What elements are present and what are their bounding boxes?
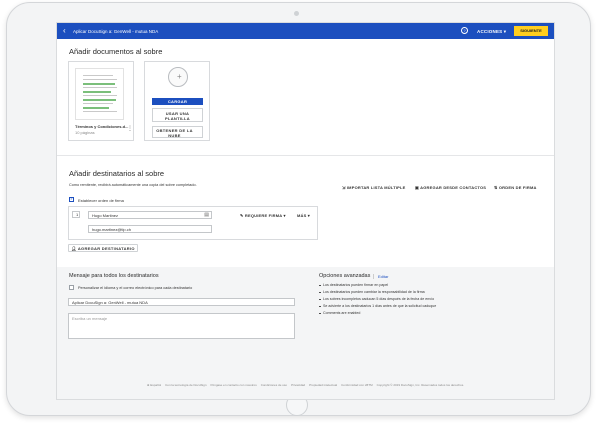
message-textarea[interactable]: Escriba un mensaje — [68, 313, 295, 339]
add-from-contacts-label: AGREGAR DESDE CONTACTOS — [420, 185, 487, 190]
upload-button[interactable]: CARGAR — [152, 98, 203, 105]
advanced-options-heading: Opciones avanzadas — [319, 273, 371, 279]
signing-order-link-label: ORDEN DE FIRMA — [498, 185, 537, 190]
language-label: Español — [150, 383, 162, 387]
help-icon[interactable]: ? — [461, 27, 468, 34]
footer-link[interactable]: Conformidad con xBTM — [341, 383, 373, 387]
recipient-name-value: Hugo Martinez — [92, 213, 119, 218]
contact-card-icon[interactable]: ▤ — [204, 212, 209, 219]
document-card[interactable]: Términos y Condiciones.d... 10 páginas ⋮ — [68, 61, 134, 141]
next-button[interactable]: SIGUIENTE — [514, 26, 548, 36]
advanced-option: Los sobres incompletos caducan 5 días de… — [319, 297, 539, 301]
message-heading: Mensaje para todos los destinatarios — [69, 273, 159, 279]
upload-card: + CARGAR USAR UNA PLANTILLA OBTENER DE L… — [144, 61, 210, 141]
role-dropdown[interactable]: ✎ REQUIERE FIRMA ▾ — [240, 213, 286, 218]
advanced-option: Los destinatarios pueden firmar en papel — [319, 283, 539, 287]
document-name: Términos y Condiciones.d... — [75, 124, 129, 129]
recipient-email-field[interactable]: hugo.martinez@tlp.ch — [88, 225, 212, 233]
order-number-field[interactable]: 1 — [72, 211, 80, 218]
customize-label: Personalizar el idioma y el correo elect… — [78, 286, 193, 290]
document-thumbnail — [75, 68, 124, 120]
top-bar: ‹ Aplicar DocuSign a: GenWell - mutua ND… — [57, 23, 554, 39]
footer-link[interactable]: Póngase en contacto con nosotros — [211, 383, 257, 387]
advanced-option: Se advierte a los destinatarios 1 días a… — [319, 304, 539, 308]
add-person-icon: 👤︎ — [71, 246, 78, 251]
add-recipient-label: AGREGAR DESTINATARIO — [77, 246, 135, 251]
advanced-options-list: Los destinatarios pueden firmar en papel… — [319, 283, 539, 318]
recipients-subtitle: Como remitente, recibirá automáticamente… — [69, 183, 197, 187]
recipients-heading: Añadir destinatarios al sobre — [69, 169, 165, 178]
actions-menu[interactable]: ACCIONES ▾ — [477, 29, 506, 35]
signing-order-link[interactable]: ⇅ ORDEN DE FIRMA — [494, 185, 537, 190]
document-pages: 10 páginas — [75, 130, 95, 135]
footer-link[interactable]: Condiciones de uso — [261, 383, 287, 387]
footer-link[interactable]: Privacidad — [291, 383, 305, 387]
footer: ⊕ Español Con la tecnología de DocuSign … — [57, 383, 554, 387]
bulk-list-link[interactable]: ⇲ IMPORTAR LISTA MÚLTIPLE — [342, 185, 406, 190]
cloud-button-label: OBTENER DE LA NUBE — [156, 128, 193, 138]
use-template-button[interactable]: USAR UNA PLANTILLA — [152, 108, 203, 122]
more-dropdown[interactable]: MÁS ▾ — [297, 213, 310, 218]
add-recipient-button[interactable]: 👤︎ AGREGAR DESTINATARIO — [68, 244, 138, 252]
get-from-cloud-button[interactable]: OBTENER DE LA NUBE — [152, 126, 203, 138]
chevron-left-icon[interactable]: ‹ — [63, 26, 66, 36]
message-section: Mensaje para todos los destinatarios Per… — [57, 267, 554, 399]
signing-order-label: Establecer orden de firma — [78, 198, 124, 203]
recipient-name-field[interactable]: Hugo Martinez ▤ — [88, 211, 212, 219]
advanced-option: Los destinatarios pueden cambiar la resp… — [319, 290, 539, 294]
footer-link[interactable]: Con la tecnología de DocuSign — [165, 383, 206, 387]
recipient-card: 1 Hugo Martinez ▤ hugo.martinez@tlp.ch ✎… — [68, 206, 318, 240]
documents-heading: Añadir documentos al sobre — [69, 47, 163, 56]
divider — [57, 155, 554, 156]
signing-order-checkbox[interactable] — [69, 196, 74, 202]
advanced-option: Comments are enabled — [319, 311, 539, 315]
camera-icon — [294, 11, 299, 16]
customize-checkbox[interactable] — [69, 285, 74, 290]
tablet-frame: ‹ Aplicar DocuSign a: GenWell - mutua ND… — [6, 2, 591, 416]
subject-field[interactable]: Aplicar DocuSign a: GenWell - mutua NDA — [68, 298, 295, 306]
add-document-icon: + — [168, 67, 188, 87]
edit-advanced-link[interactable]: Editar — [373, 274, 388, 279]
language-link[interactable]: ⊕ Español — [147, 383, 161, 387]
bulk-list-label: IMPORTAR LISTA MÚLTIPLE — [346, 185, 406, 190]
envelope-title: Aplicar DocuSign a: GenWell - mutua NDA — [73, 29, 159, 34]
more-options-icon[interactable]: ⋮ — [127, 126, 133, 132]
app-screen: ‹ Aplicar DocuSign a: GenWell - mutua ND… — [56, 22, 555, 400]
copyright-text: Copyright © 2019 DocuSign, Inc. Reservad… — [376, 383, 465, 387]
role-label: REQUIERE FIRMA ▾ — [244, 213, 286, 218]
footer-link[interactable]: Propiedad intelectual — [309, 383, 337, 387]
add-from-contacts-link[interactable]: ▣ AGREGAR DESDE CONTACTOS — [415, 185, 486, 190]
